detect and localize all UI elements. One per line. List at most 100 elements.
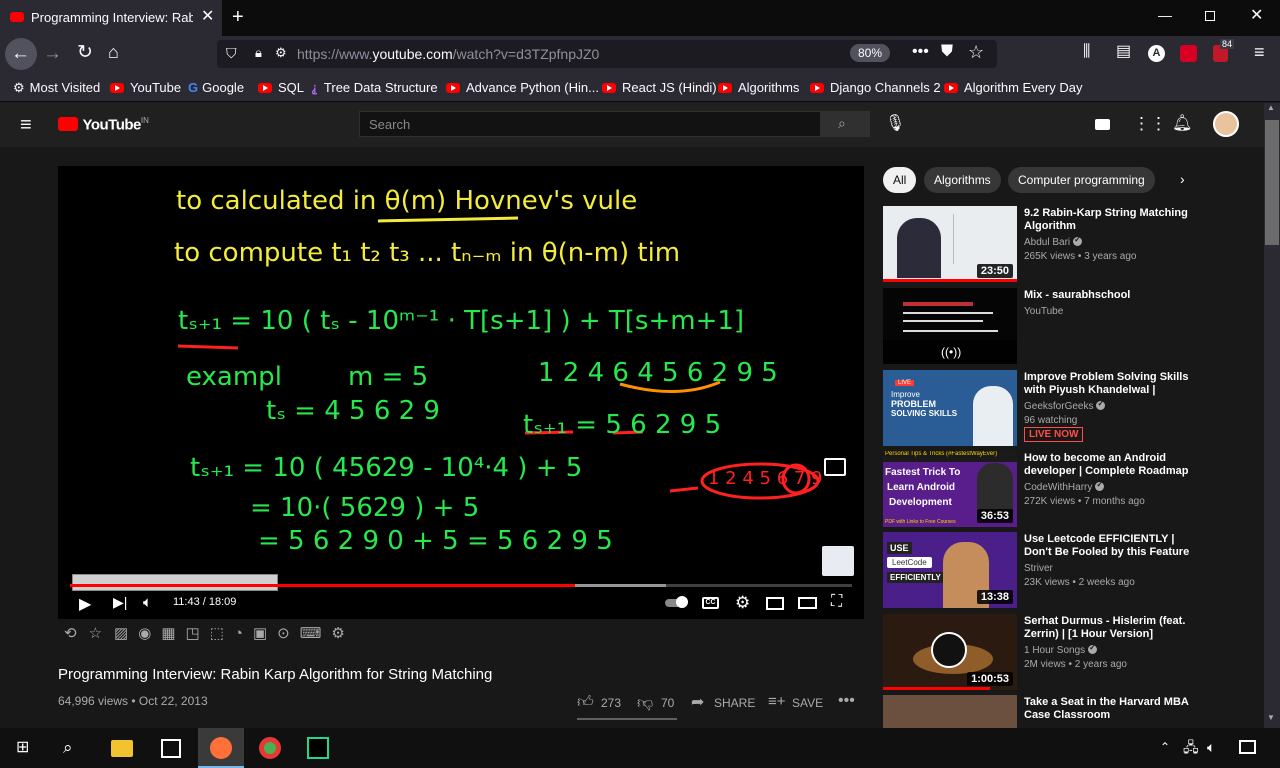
forward-arrow-icon[interactable]: → [43, 44, 62, 63]
close-tab-icon[interactable]: ✕ [201, 9, 214, 25]
thumbnail[interactable]: Personal Tips & Tricks (#FastestWayEver)… [883, 451, 1017, 527]
hamburger-menu-icon[interactable]: ≡ [20, 115, 32, 135]
bookmark-algorithm-every-day[interactable]: Algorithm Every Day [944, 80, 1082, 95]
bookmark-react[interactable]: React JS (Hindi) [602, 80, 717, 95]
miniplayer-icon[interactable] [766, 597, 784, 610]
chip-algorithms[interactable]: Algorithms [924, 167, 1001, 193]
recommendation-3[interactable]: LIVE Improve PROBLEM SOLVING SKILLS Impr… [883, 370, 1203, 446]
next-icon[interactable]: ▶| [113, 594, 127, 611]
browser-tab[interactable]: Programming Interview: Rabin Karp Algori… [0, 0, 222, 36]
channel-name[interactable]: Abdul Bari [1024, 235, 1083, 248]
scroll-up-icon[interactable]: ▲ [1267, 104, 1275, 112]
reload-icon[interactable]: ↻ [77, 43, 93, 62]
notifications-bell-icon[interactable]: 🔔︎ [1172, 116, 1192, 132]
bookmark-most-visited[interactable]: ⚙ Most Visited [13, 80, 100, 96]
theater-mode-icon[interactable] [798, 597, 817, 609]
minimize-icon[interactable]: — [1158, 8, 1172, 22]
file-explorer-icon[interactable] [111, 740, 133, 757]
url-text[interactable]: https://www.youtube.com/watch?v=d3TZpfnp… [297, 46, 599, 62]
star-icon[interactable]: ☆ [89, 625, 102, 642]
bookmark-sql[interactable]: SQL [258, 80, 304, 95]
video-player[interactable]: to calculated in θ(m) Hovnev's vule to c… [58, 166, 864, 619]
recommendation-2[interactable]: ((•)) Mix - saurabhschool YouTube [883, 288, 1203, 364]
recommendation-title[interactable]: How to become an Android developer | Com… [1024, 452, 1194, 478]
tray-chevron-icon[interactable]: ⌃ [1160, 741, 1170, 753]
recommendation-title[interactable]: Use Leetcode EFFICIENTLY | Don't Be Fool… [1024, 533, 1194, 559]
thumbnail[interactable]: 1:00:53 [883, 614, 1017, 690]
sidebar-icon[interactable]: ▤ [1116, 44, 1131, 60]
lock-icon[interactable]: 🔒︎ [255, 46, 262, 59]
screenshot-icon[interactable]: ⊙ [277, 625, 290, 642]
save-playlist-icon[interactable]: ≡+ [768, 693, 786, 710]
thumbnail[interactable]: USE LeetCode EFFICIENTLY 13:38 [883, 532, 1017, 608]
thumbnail[interactable]: LIVE Improve PROBLEM SOLVING SKILLS [883, 370, 1017, 446]
permissions-icon[interactable]: ⚙ [275, 46, 287, 59]
recommendation-6[interactable]: 1:00:53 Serhat Durmus - Hislerim (feat. … [883, 614, 1203, 690]
bookmark-star-icon[interactable]: ☆ [968, 43, 984, 61]
channel-watermark[interactable] [822, 546, 854, 576]
share-icon[interactable]: ➦ [691, 692, 704, 712]
scroll-down-icon[interactable]: ▼ [1267, 714, 1275, 722]
bookmark-youtube[interactable]: YouTube [110, 80, 181, 95]
bookmark-tree[interactable]: ⸘ Tree Data Structure [311, 80, 438, 96]
bookmark-advance-python[interactable]: Advance Python (Hin... [446, 80, 599, 95]
chrome-icon[interactable] [259, 737, 281, 759]
share-label[interactable]: SHARE [714, 696, 755, 710]
apps-grid-icon[interactable]: ⋮⋮ [1133, 115, 1167, 132]
chips-next-icon[interactable]: › [1180, 171, 1185, 187]
pocket-icon[interactable]: ⛊ [941, 44, 953, 60]
page-actions-icon[interactable]: ••• [912, 44, 929, 60]
subtitles-icon[interactable]: CC [702, 597, 719, 609]
more-actions-icon[interactable]: ••• [838, 692, 855, 710]
speaker-icon[interactable]: 🔈︎ [1207, 740, 1215, 754]
restore-icon[interactable] [1205, 11, 1215, 21]
bookmark-django[interactable]: Django Channels 2 [810, 80, 941, 95]
network-icon[interactable]: 🖧︎ [1183, 740, 1199, 754]
resize-icon[interactable]: ◳ [186, 625, 200, 642]
speed-icon[interactable]: ◔ [234, 625, 243, 642]
frame-icon[interactable]: ⬚ [210, 625, 224, 642]
extension-icon[interactable] [1180, 45, 1197, 62]
home-icon[interactable]: ⌂ [108, 43, 119, 61]
search-button[interactable]: ⌕ [820, 111, 870, 137]
microphone-icon[interactable]: 🎙︎ [885, 116, 905, 132]
channel-name[interactable]: CodeWithHarry [1024, 480, 1105, 493]
channel-name[interactable]: YouTube [1024, 306, 1063, 317]
loop-icon[interactable]: ⟲ [64, 625, 77, 642]
save-label[interactable]: SAVE [792, 696, 823, 710]
scrollbar-thumb[interactable] [1265, 120, 1279, 245]
eye-icon[interactable]: ◉ [138, 625, 151, 642]
thumbnail[interactable]: ((•)) [883, 288, 1017, 364]
zoom-badge[interactable]: 80% [850, 44, 891, 62]
film-icon[interactable]: ▦ [161, 625, 175, 642]
search-input[interactable]: Search [359, 111, 821, 137]
recommendation-title[interactable]: Mix - saurabhschool [1024, 289, 1194, 302]
menu-icon[interactable]: ≡ [1254, 43, 1265, 61]
new-tab-icon[interactable]: + [232, 7, 244, 27]
notifications-icon[interactable] [1239, 740, 1256, 754]
bookmark-algorithms[interactable]: Algorithms [718, 80, 799, 95]
chip-all[interactable]: All [883, 167, 917, 193]
recommendation-title[interactable]: Improve Problem Solving Skills with Piyu… [1024, 371, 1194, 397]
search-taskbar-icon[interactable]: ⌕ [63, 739, 73, 756]
hide-icon[interactable]: ▨ [114, 625, 128, 642]
shield-icon[interactable]: ⛉ [226, 46, 237, 60]
like-icon[interactable]: 👍︎ [577, 693, 594, 712]
thumbnail[interactable] [883, 695, 1017, 728]
pycharm-icon[interactable] [307, 737, 329, 759]
fullscreen-icon[interactable]: ⛶ [831, 593, 842, 611]
recommendation-title[interactable]: Take a Seat in the Harvard MBA Case Clas… [1024, 696, 1194, 722]
recommendation-title[interactable]: Serhat Durmus - Hislerim (feat. Zerrin) … [1024, 615, 1194, 641]
close-window-icon[interactable]: ✕ [1250, 8, 1263, 24]
recommendation-4[interactable]: Personal Tips & Tricks (#FastestWayEver)… [883, 451, 1203, 527]
recommendation-5[interactable]: USE LeetCode EFFICIENTLY 13:38 Use Leetc… [883, 532, 1203, 608]
channel-name[interactable]: Striver [1024, 563, 1053, 574]
avatar[interactable] [1213, 111, 1239, 137]
clip-icon[interactable]: ▣ [253, 625, 267, 642]
keyboard-icon[interactable]: ⌨ [300, 625, 322, 642]
recommendation-1[interactable]: 23:50 9.2 Rabin-Karp String Matching Alg… [883, 206, 1203, 282]
settings-gear-icon[interactable]: ⚙ [735, 593, 750, 613]
recommendation-7[interactable]: Take a Seat in the Harvard MBA Case Clas… [883, 695, 1203, 728]
thumbnail[interactable]: 23:50 [883, 206, 1017, 282]
youtube-logo[interactable]: YouTubeIN [58, 116, 149, 134]
